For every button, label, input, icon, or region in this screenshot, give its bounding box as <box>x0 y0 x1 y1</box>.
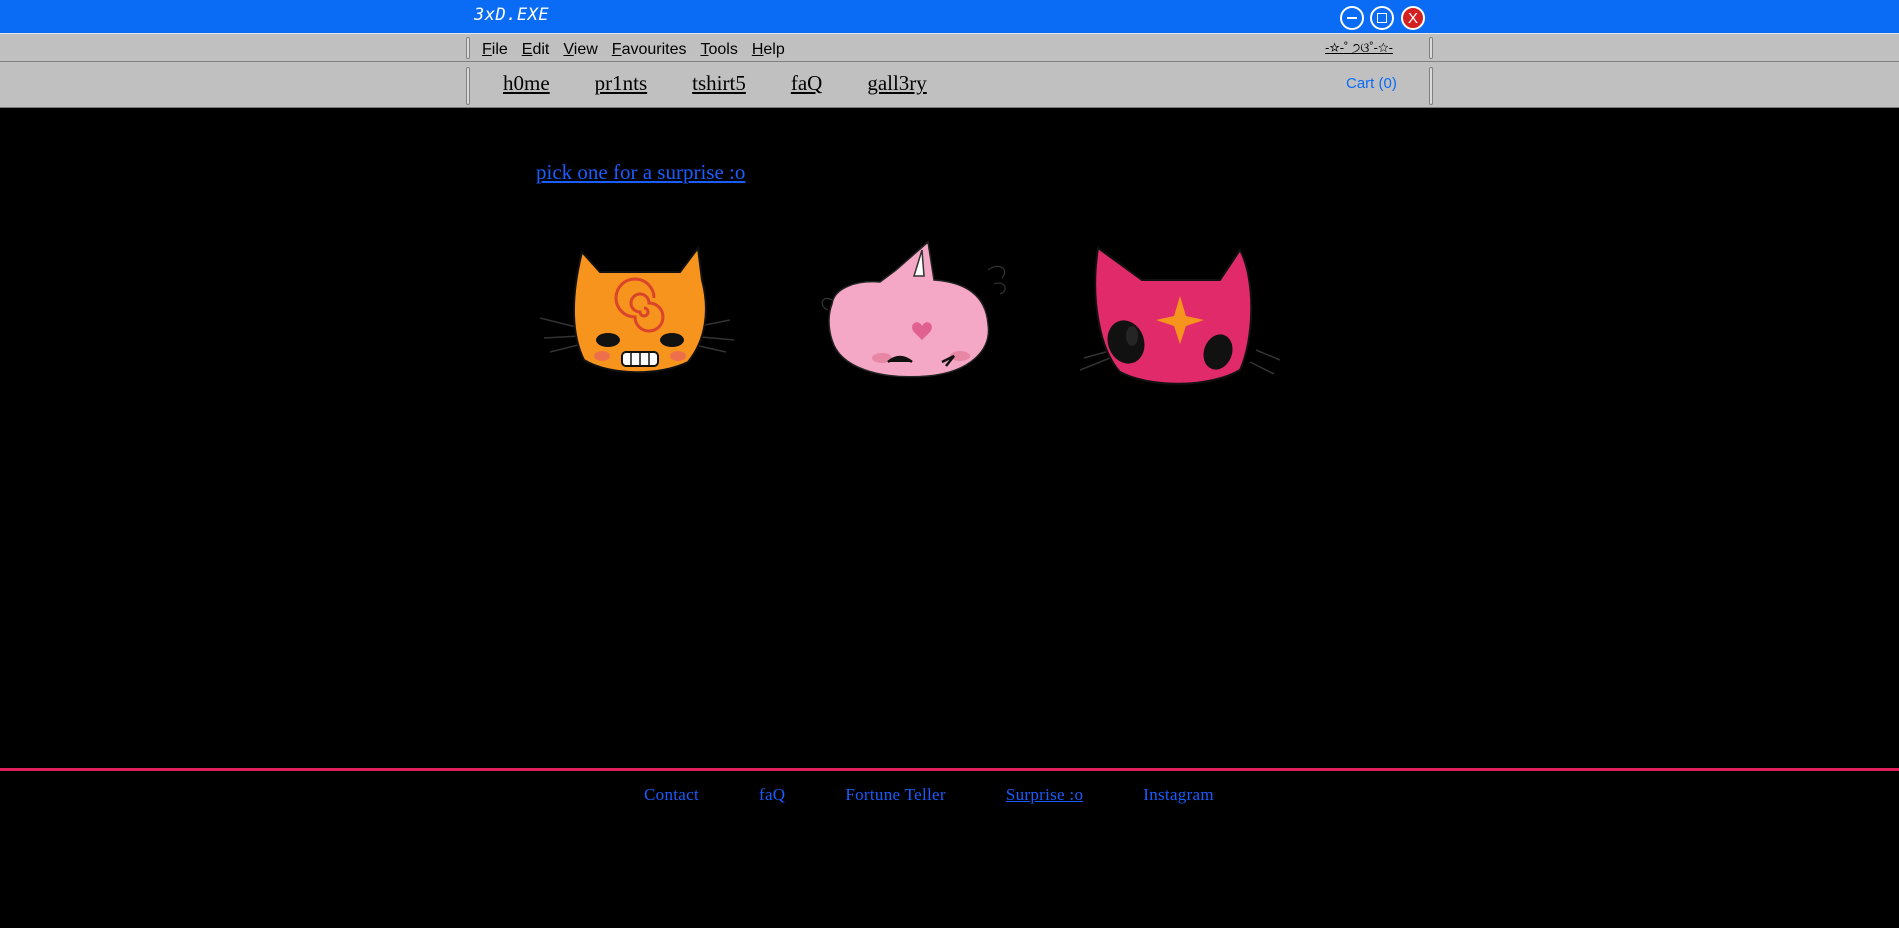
footer-link-surprise[interactable]: Surprise :o <box>1006 785 1083 805</box>
maximize-button[interactable] <box>1370 6 1394 30</box>
toolbar-grip-left[interactable] <box>466 37 470 59</box>
navbar-grip-right[interactable] <box>1429 67 1433 105</box>
nav-link-faq[interactable]: faQ <box>791 71 822 96</box>
nav-link-prints[interactable]: pr1nts <box>595 71 648 96</box>
menu-edit[interactable]: Edit <box>522 41 550 59</box>
menu-tools[interactable]: Tools <box>700 41 737 59</box>
footer-link-contact[interactable]: Contact <box>644 785 699 805</box>
nav-link-gallery[interactable]: gall3ry <box>867 71 926 96</box>
toolbar-grip-right[interactable] <box>1429 37 1433 59</box>
nav-link-home[interactable]: h0me <box>503 71 550 96</box>
menu-help[interactable]: Help <box>752 41 785 59</box>
footer-link-instagram[interactable]: Instagram <box>1143 785 1214 805</box>
minimize-button[interactable] <box>1340 6 1364 30</box>
minimize-icon <box>1347 17 1357 19</box>
navbar-grip-left[interactable] <box>466 67 470 105</box>
menu-view[interactable]: View <box>563 41 597 59</box>
app-title: 3xD.EXE <box>474 5 550 25</box>
menu-items: File Edit View Favourites Tools Help <box>482 41 785 59</box>
nav-bar: h0me pr1nts tshirt5 faQ gall3ry Cart (0) <box>0 62 1899 108</box>
menu-favourites[interactable]: Favourites <box>612 41 687 59</box>
orange-spiral-cat[interactable] <box>539 240 740 385</box>
close-button[interactable]: X <box>1401 6 1425 30</box>
footer-link-faq[interactable]: faQ <box>759 785 785 805</box>
menu-bar: File Edit View Favourites Tools Help -☆-… <box>0 33 1899 62</box>
magenta-star-cat[interactable] <box>1079 240 1281 395</box>
magenta-cat-icon <box>1079 246 1281 385</box>
footer-divider <box>0 768 1899 771</box>
maximize-icon <box>1377 13 1387 23</box>
menu-file[interactable]: File <box>482 41 508 59</box>
nav-links: h0me pr1nts tshirt5 faQ gall3ry <box>503 71 927 96</box>
decorative-kaomoji: -☆-˚ ੭ଓ˚-☆- <box>1325 40 1393 55</box>
surprise-prompt-link[interactable]: pick one for a surprise :o <box>536 160 745 185</box>
pink-cat-icon <box>821 240 1006 378</box>
pink-heart-cat[interactable] <box>810 240 1010 385</box>
window-titlebar: 3xD.EXE X <box>0 0 1899 33</box>
close-icon: X <box>1407 9 1418 27</box>
nav-link-tshirts[interactable]: tshirt5 <box>692 71 746 96</box>
orange-cat-icon <box>539 245 735 374</box>
cart-link[interactable]: Cart (0) <box>1346 75 1397 92</box>
footer-link-fortune-teller[interactable]: Fortune Teller <box>845 785 945 805</box>
footer-links: Contact faQ Fortune Teller Surprise :o I… <box>644 785 1214 805</box>
